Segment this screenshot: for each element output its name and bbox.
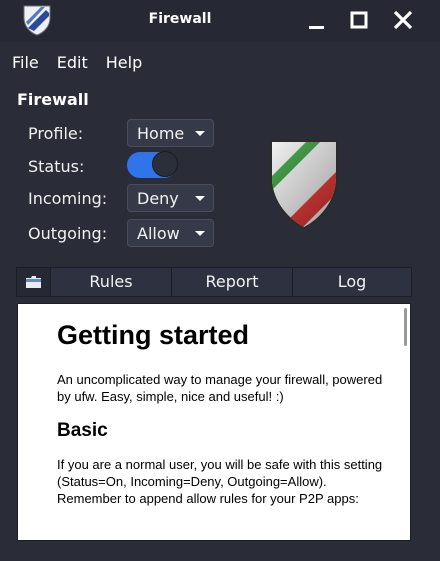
section-title: Firewall bbox=[17, 90, 89, 109]
status-toggle[interactable] bbox=[127, 151, 178, 178]
outgoing-value: Allow bbox=[137, 224, 180, 243]
profile-label: Profile: bbox=[28, 124, 84, 143]
chevron-down-icon bbox=[195, 231, 205, 236]
incoming-dropdown[interactable]: Deny bbox=[127, 184, 214, 212]
tab-log[interactable]: Log bbox=[293, 268, 411, 296]
tab-folder[interactable] bbox=[17, 268, 51, 296]
folder-icon bbox=[26, 276, 41, 288]
doc-subheading: Basic bbox=[57, 420, 108, 441]
outgoing-dropdown[interactable]: Allow bbox=[127, 219, 214, 247]
doc-intro: An uncomplicated way to manage your fire… bbox=[57, 372, 383, 404]
menu-edit[interactable]: Edit bbox=[45, 50, 94, 76]
doc-basic-text: If you are a normal user, you will be sa… bbox=[57, 457, 383, 506]
chevron-down-icon bbox=[195, 131, 205, 136]
tab-bar: Rules Report Log bbox=[16, 267, 412, 297]
maximize-button[interactable] bbox=[346, 8, 372, 34]
profile-dropdown[interactable]: Home bbox=[127, 119, 214, 147]
status-label: Status: bbox=[28, 157, 85, 176]
chevron-down-icon bbox=[195, 196, 205, 201]
toggle-knob bbox=[152, 151, 178, 177]
doc-panel[interactable]: Getting started An uncomplicated way to … bbox=[17, 303, 411, 541]
doc-heading: Getting started bbox=[57, 320, 250, 350]
close-button[interactable] bbox=[390, 8, 416, 34]
menu-bar: File Edit Help bbox=[0, 50, 148, 76]
tab-rules[interactable]: Rules bbox=[51, 268, 172, 296]
maximize-icon bbox=[350, 11, 368, 29]
profile-value: Home bbox=[137, 124, 185, 143]
menu-file[interactable]: File bbox=[0, 50, 45, 76]
firewall-shield-icon bbox=[270, 140, 338, 229]
title-bar: Firewall bbox=[0, 0, 440, 42]
incoming-label: Incoming: bbox=[28, 189, 108, 208]
tab-report[interactable]: Report bbox=[172, 268, 293, 296]
minimize-button[interactable] bbox=[304, 8, 330, 34]
outgoing-label: Outgoing: bbox=[28, 224, 108, 243]
incoming-value: Deny bbox=[137, 189, 179, 208]
minimize-icon bbox=[309, 26, 324, 29]
scrollbar[interactable] bbox=[404, 308, 407, 346]
menu-help[interactable]: Help bbox=[94, 50, 148, 76]
close-icon bbox=[393, 10, 413, 30]
doc-body: Getting started An uncomplicated way to … bbox=[57, 304, 387, 507]
